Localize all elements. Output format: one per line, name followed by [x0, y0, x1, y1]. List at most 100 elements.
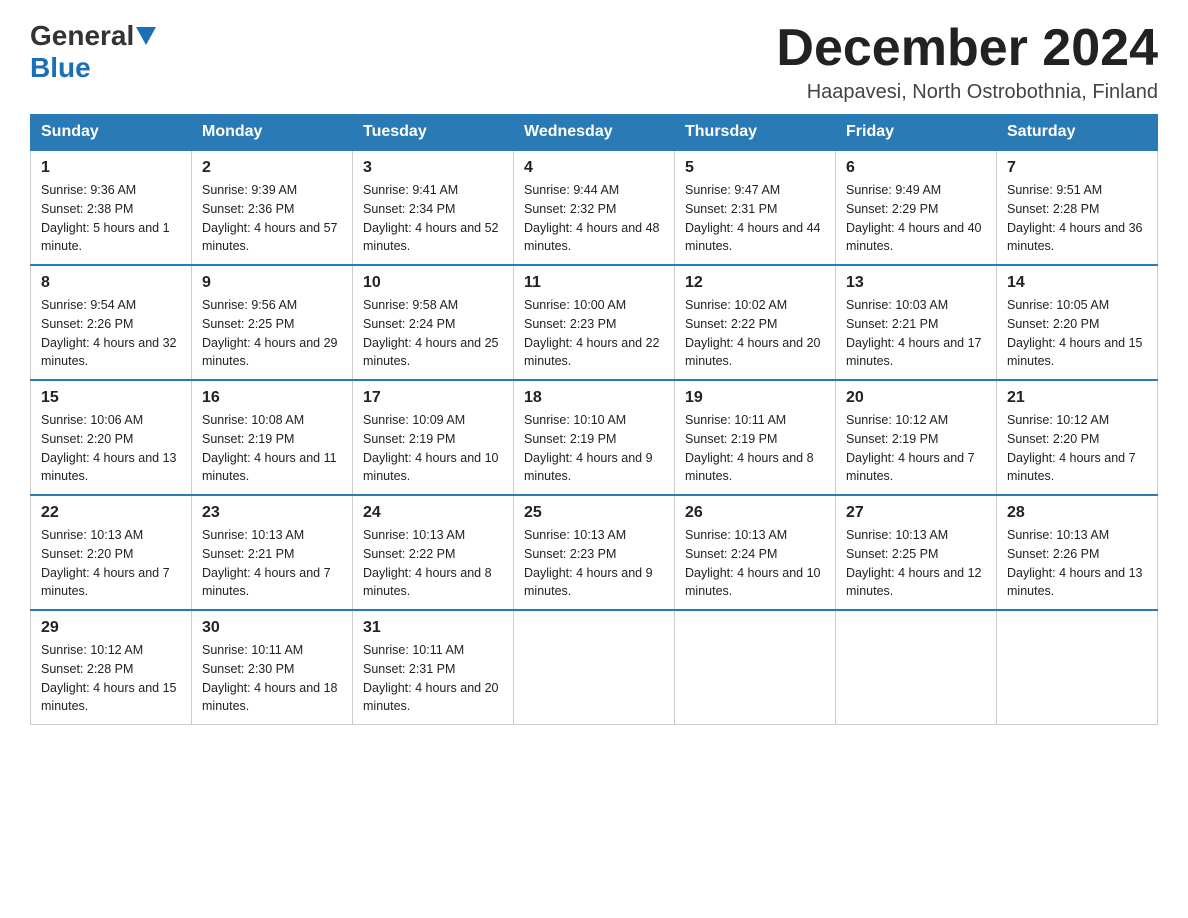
day-info: Sunrise: 9:58 AM Sunset: 2:24 PM Dayligh…	[363, 296, 503, 371]
logo-arrow-icon	[136, 27, 156, 45]
day-number: 20	[846, 389, 986, 407]
day-number: 2	[202, 159, 342, 177]
month-title: December 2024	[776, 20, 1158, 77]
day-number: 8	[41, 274, 181, 292]
col-tuesday: Tuesday	[353, 115, 514, 151]
calendar-cell: 16 Sunrise: 10:08 AM Sunset: 2:19 PM Day…	[192, 380, 353, 495]
calendar-cell: 25 Sunrise: 10:13 AM Sunset: 2:23 PM Day…	[514, 495, 675, 610]
calendar-cell: 29 Sunrise: 10:12 AM Sunset: 2:28 PM Day…	[31, 610, 192, 725]
day-info: Sunrise: 10:11 AM Sunset: 2:30 PM Daylig…	[202, 641, 342, 716]
calendar-cell: 23 Sunrise: 10:13 AM Sunset: 2:21 PM Day…	[192, 495, 353, 610]
calendar-cell: 4 Sunrise: 9:44 AM Sunset: 2:32 PM Dayli…	[514, 150, 675, 265]
day-info: Sunrise: 10:12 AM Sunset: 2:20 PM Daylig…	[1007, 411, 1147, 486]
day-info: Sunrise: 10:13 AM Sunset: 2:24 PM Daylig…	[685, 526, 825, 601]
calendar-cell: 31 Sunrise: 10:11 AM Sunset: 2:31 PM Day…	[353, 610, 514, 725]
calendar-week-4: 22 Sunrise: 10:13 AM Sunset: 2:20 PM Day…	[31, 495, 1158, 610]
day-info: Sunrise: 10:09 AM Sunset: 2:19 PM Daylig…	[363, 411, 503, 486]
calendar-cell: 7 Sunrise: 9:51 AM Sunset: 2:28 PM Dayli…	[997, 150, 1158, 265]
calendar-week-3: 15 Sunrise: 10:06 AM Sunset: 2:20 PM Day…	[31, 380, 1158, 495]
day-info: Sunrise: 9:49 AM Sunset: 2:29 PM Dayligh…	[846, 181, 986, 256]
day-info: Sunrise: 10:02 AM Sunset: 2:22 PM Daylig…	[685, 296, 825, 371]
day-number: 16	[202, 389, 342, 407]
page-header: General Blue December 2024 Haapavesi, No…	[30, 20, 1158, 104]
calendar-cell: 15 Sunrise: 10:06 AM Sunset: 2:20 PM Day…	[31, 380, 192, 495]
calendar-cell: 28 Sunrise: 10:13 AM Sunset: 2:26 PM Day…	[997, 495, 1158, 610]
calendar-cell: 30 Sunrise: 10:11 AM Sunset: 2:30 PM Day…	[192, 610, 353, 725]
calendar-cell: 21 Sunrise: 10:12 AM Sunset: 2:20 PM Day…	[997, 380, 1158, 495]
calendar-cell: 20 Sunrise: 10:12 AM Sunset: 2:19 PM Day…	[836, 380, 997, 495]
calendar-cell: 13 Sunrise: 10:03 AM Sunset: 2:21 PM Day…	[836, 265, 997, 380]
calendar-cell: 8 Sunrise: 9:54 AM Sunset: 2:26 PM Dayli…	[31, 265, 192, 380]
day-number: 19	[685, 389, 825, 407]
day-number: 7	[1007, 159, 1147, 177]
day-number: 9	[202, 274, 342, 292]
calendar-table: Sunday Monday Tuesday Wednesday Thursday…	[30, 114, 1158, 725]
day-number: 17	[363, 389, 503, 407]
day-info: Sunrise: 10:13 AM Sunset: 2:26 PM Daylig…	[1007, 526, 1147, 601]
calendar-cell: 26 Sunrise: 10:13 AM Sunset: 2:24 PM Day…	[675, 495, 836, 610]
logo: General Blue	[30, 20, 158, 84]
col-thursday: Thursday	[675, 115, 836, 151]
calendar-cell: 11 Sunrise: 10:00 AM Sunset: 2:23 PM Day…	[514, 265, 675, 380]
day-info: Sunrise: 9:51 AM Sunset: 2:28 PM Dayligh…	[1007, 181, 1147, 256]
day-info: Sunrise: 10:12 AM Sunset: 2:19 PM Daylig…	[846, 411, 986, 486]
calendar-cell: 6 Sunrise: 9:49 AM Sunset: 2:29 PM Dayli…	[836, 150, 997, 265]
day-info: Sunrise: 10:12 AM Sunset: 2:28 PM Daylig…	[41, 641, 181, 716]
calendar-week-5: 29 Sunrise: 10:12 AM Sunset: 2:28 PM Day…	[31, 610, 1158, 725]
day-info: Sunrise: 10:08 AM Sunset: 2:19 PM Daylig…	[202, 411, 342, 486]
day-info: Sunrise: 10:11 AM Sunset: 2:19 PM Daylig…	[685, 411, 825, 486]
calendar-header: Sunday Monday Tuesday Wednesday Thursday…	[31, 115, 1158, 151]
day-number: 11	[524, 274, 664, 292]
day-number: 5	[685, 159, 825, 177]
calendar-cell: 10 Sunrise: 9:58 AM Sunset: 2:24 PM Dayl…	[353, 265, 514, 380]
day-info: Sunrise: 9:39 AM Sunset: 2:36 PM Dayligh…	[202, 181, 342, 256]
day-info: Sunrise: 10:13 AM Sunset: 2:25 PM Daylig…	[846, 526, 986, 601]
day-info: Sunrise: 10:10 AM Sunset: 2:19 PM Daylig…	[524, 411, 664, 486]
day-number: 21	[1007, 389, 1147, 407]
day-info: Sunrise: 9:56 AM Sunset: 2:25 PM Dayligh…	[202, 296, 342, 371]
col-saturday: Saturday	[997, 115, 1158, 151]
day-number: 10	[363, 274, 503, 292]
calendar-cell: 5 Sunrise: 9:47 AM Sunset: 2:31 PM Dayli…	[675, 150, 836, 265]
day-info: Sunrise: 10:06 AM Sunset: 2:20 PM Daylig…	[41, 411, 181, 486]
calendar-cell: 19 Sunrise: 10:11 AM Sunset: 2:19 PM Day…	[675, 380, 836, 495]
day-info: Sunrise: 9:54 AM Sunset: 2:26 PM Dayligh…	[41, 296, 181, 371]
day-info: Sunrise: 10:03 AM Sunset: 2:21 PM Daylig…	[846, 296, 986, 371]
day-info: Sunrise: 10:13 AM Sunset: 2:20 PM Daylig…	[41, 526, 181, 601]
day-number: 6	[846, 159, 986, 177]
calendar-cell: 24 Sunrise: 10:13 AM Sunset: 2:22 PM Day…	[353, 495, 514, 610]
calendar-cell	[997, 610, 1158, 725]
day-number: 1	[41, 159, 181, 177]
day-info: Sunrise: 10:13 AM Sunset: 2:23 PM Daylig…	[524, 526, 664, 601]
col-monday: Monday	[192, 115, 353, 151]
day-number: 12	[685, 274, 825, 292]
day-number: 14	[1007, 274, 1147, 292]
calendar-cell: 1 Sunrise: 9:36 AM Sunset: 2:38 PM Dayli…	[31, 150, 192, 265]
day-number: 13	[846, 274, 986, 292]
calendar-cell	[514, 610, 675, 725]
day-number: 25	[524, 504, 664, 522]
day-info: Sunrise: 10:11 AM Sunset: 2:31 PM Daylig…	[363, 641, 503, 716]
location-text: Haapavesi, North Ostrobothnia, Finland	[776, 81, 1158, 104]
calendar-body: 1 Sunrise: 9:36 AM Sunset: 2:38 PM Dayli…	[31, 150, 1158, 725]
calendar-cell	[836, 610, 997, 725]
day-number: 28	[1007, 504, 1147, 522]
day-info: Sunrise: 10:13 AM Sunset: 2:22 PM Daylig…	[363, 526, 503, 601]
day-number: 31	[363, 619, 503, 637]
day-info: Sunrise: 10:05 AM Sunset: 2:20 PM Daylig…	[1007, 296, 1147, 371]
day-info: Sunrise: 9:44 AM Sunset: 2:32 PM Dayligh…	[524, 181, 664, 256]
day-info: Sunrise: 9:41 AM Sunset: 2:34 PM Dayligh…	[363, 181, 503, 256]
logo-blue-text: Blue	[30, 52, 91, 83]
day-number: 22	[41, 504, 181, 522]
day-info: Sunrise: 10:00 AM Sunset: 2:23 PM Daylig…	[524, 296, 664, 371]
col-friday: Friday	[836, 115, 997, 151]
calendar-cell: 9 Sunrise: 9:56 AM Sunset: 2:25 PM Dayli…	[192, 265, 353, 380]
calendar-cell: 27 Sunrise: 10:13 AM Sunset: 2:25 PM Day…	[836, 495, 997, 610]
day-number: 18	[524, 389, 664, 407]
day-number: 3	[363, 159, 503, 177]
calendar-week-1: 1 Sunrise: 9:36 AM Sunset: 2:38 PM Dayli…	[31, 150, 1158, 265]
day-info: Sunrise: 9:47 AM Sunset: 2:31 PM Dayligh…	[685, 181, 825, 256]
day-info: Sunrise: 10:13 AM Sunset: 2:21 PM Daylig…	[202, 526, 342, 601]
title-section: December 2024 Haapavesi, North Ostroboth…	[776, 20, 1158, 104]
day-number: 26	[685, 504, 825, 522]
